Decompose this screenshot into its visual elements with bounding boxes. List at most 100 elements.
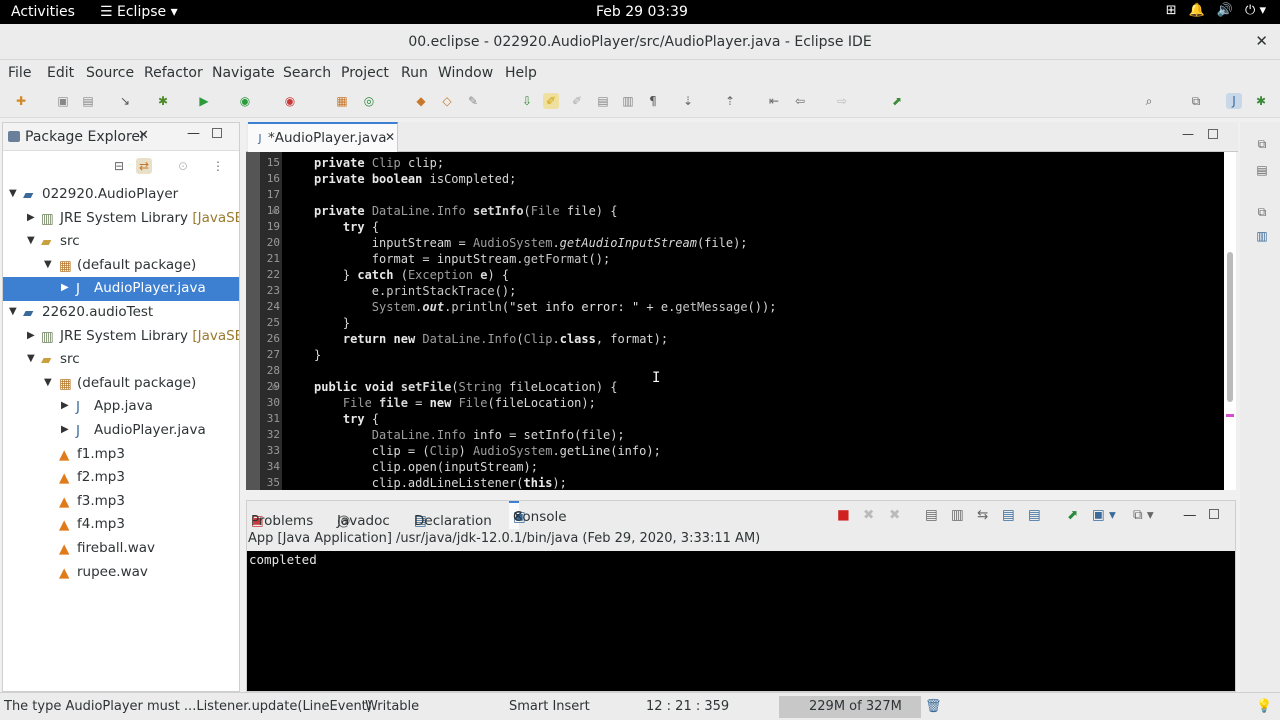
link-with-editor-icon[interactable]: ⇄ (136, 158, 152, 174)
prev-edit-icon[interactable]: ⇡ (722, 93, 738, 109)
show-on-stdout-icon[interactable]: ▤ (1002, 507, 1015, 523)
tree-item-rupee-wav[interactable]: ▲ rupee.wav (3, 561, 239, 585)
menu-project[interactable]: Project (341, 65, 389, 81)
tree-item-project-audioplayer[interactable]: ▼ ▰ 022920.AudioPlayer (3, 183, 239, 207)
package-explorer-title[interactable]: Package Explorer (25, 129, 146, 145)
chevron-right-icon[interactable]: ▶ (27, 212, 35, 223)
menu-source[interactable]: Source (86, 65, 134, 81)
tree-item-fireball-wav[interactable]: ▲ fireball.wav (3, 537, 239, 561)
console-output[interactable]: completed (247, 551, 1235, 691)
show-whitespace-icon[interactable]: ▥ (620, 93, 636, 109)
new-class-icon[interactable]: ◎ (361, 93, 377, 109)
tree-item-src[interactable]: ▼ ▰ src (3, 230, 239, 254)
open-console-icon[interactable]: ⧉ ▾ (1133, 507, 1154, 523)
save-all-icon[interactable]: ▤ (80, 93, 96, 109)
app-menu[interactable]: ☰ Eclipse ▾ (100, 4, 178, 20)
word-wrap-icon[interactable]: ▤ (595, 93, 611, 109)
save-icon[interactable]: ▣ (55, 93, 71, 109)
chevron-down-icon[interactable]: ▼ (9, 306, 17, 317)
scrollbar-thumb[interactable] (1227, 252, 1233, 402)
scroll-lock-icon[interactable]: ▥ (951, 507, 964, 523)
menu-navigate[interactable]: Navigate (212, 65, 275, 81)
close-icon[interactable]: ✕ (138, 128, 149, 143)
clear-console-icon[interactable]: ▤ (925, 507, 938, 523)
external-tools-icon[interactable]: ◉ (282, 93, 298, 109)
forward-icon[interactable]: ⇨ (834, 93, 850, 109)
tree-item-f2-mp3[interactable]: ▲ f2.mp3 (3, 466, 239, 490)
last-edit-icon[interactable]: ⇤ (766, 93, 782, 109)
java-perspective-icon[interactable]: J (1226, 93, 1242, 109)
chevron-down-icon[interactable]: ▼ (9, 188, 17, 199)
focus-icon[interactable]: ⊙ (175, 158, 191, 174)
fold-icon[interactable]: ⊖ (272, 207, 277, 217)
display-console-icon[interactable]: ▣ ▾ (1092, 507, 1116, 523)
pin-console-icon[interactable]: ⬈ (1067, 507, 1078, 523)
view-menu-icon[interactable]: ⋮ (210, 158, 226, 174)
clock[interactable]: Feb 29 03:39 (596, 4, 688, 20)
window-close-button[interactable]: ✕ (1255, 32, 1268, 50)
editor-scrollbar[interactable] (1224, 152, 1236, 490)
new-icon[interactable]: ✚ (13, 93, 29, 109)
tree-item-f1-mp3[interactable]: ▲ f1.mp3 (3, 443, 239, 467)
menu-window[interactable]: Window (438, 65, 493, 81)
menu-file[interactable]: File (8, 65, 31, 81)
debug-icon[interactable]: ✱ (155, 93, 171, 109)
tree-item-f3-mp3[interactable]: ▲ f3.mp3 (3, 490, 239, 514)
system-tray[interactable]: ⊞ 🔔 🔊 ⏻ ▾ (1166, 3, 1266, 18)
tree-item-f4-mp3[interactable]: ▲ f4.mp3 (3, 513, 239, 537)
chevron-down-icon[interactable]: ▼ (44, 259, 52, 270)
chevron-right-icon[interactable]: ▶ (61, 424, 69, 435)
tree-item-audioplayer-java[interactable]: ▶ J AudioPlayer.java (3, 277, 239, 301)
outline-icon[interactable]: ▤ (1254, 162, 1270, 178)
minimize-icon[interactable]: — (187, 126, 200, 141)
tree-item-audioplayer-java[interactable]: ▶ J AudioPlayer.java (3, 419, 239, 443)
tab-console[interactable]: ▣ Console ✕ (509, 501, 567, 529)
close-icon[interactable]: ✕ (513, 509, 523, 523)
tree-item-default-package[interactable]: ▼ ▦ (default package) (3, 372, 239, 396)
skip-breakpoints-icon[interactable]: ↘ (117, 93, 133, 109)
menu-edit[interactable]: Edit (47, 65, 74, 81)
search-tool-icon[interactable]: ✎ (465, 93, 481, 109)
menu-search[interactable]: Search (283, 65, 331, 81)
tree-item-src[interactable]: ▼ ▰ src (3, 348, 239, 372)
fold-icon[interactable]: ⊖ (272, 383, 277, 393)
back-icon[interactable]: ⇦ (792, 93, 808, 109)
close-icon[interactable]: ✕ (385, 130, 395, 144)
code-editor[interactable]: 15 16 17 18 19 20 21 22 23 24 25 26 27 2… (246, 152, 1224, 490)
collapse-all-icon[interactable]: ⊟ (111, 158, 127, 174)
open-type-icon[interactable]: ◆ (413, 93, 429, 109)
error-marker[interactable] (1226, 414, 1234, 417)
paragraph-icon[interactable]: ¶ (645, 93, 661, 109)
next-edit-icon[interactable]: ⇣ (680, 93, 696, 109)
restore-icon[interactable]: ⧉ (1254, 204, 1270, 220)
tree-item-jre-library[interactable]: ▶ ▥ JRE System Library [JavaSE-12] (3, 325, 239, 349)
toggle-mark-occurrences-icon[interactable]: ✐ (543, 93, 559, 109)
task-list-icon[interactable]: ▥ (1254, 228, 1270, 244)
pin-editor-icon[interactable]: ⬈ (889, 93, 905, 109)
chevron-right-icon[interactable]: ▶ (27, 330, 35, 341)
terminate-icon[interactable]: ■ (837, 507, 850, 523)
tree-item-project-audiotest[interactable]: ▼ ▰ 22620.audioTest (3, 301, 239, 325)
search-icon[interactable]: ⌕ (1141, 93, 1157, 109)
debug-perspective-icon[interactable]: ✱ (1253, 93, 1269, 109)
tab-audioplayer-java[interactable]: J *AudioPlayer.java ✕ (248, 122, 398, 152)
maximize-icon[interactable] (212, 128, 222, 138)
chevron-down-icon[interactable]: ▼ (44, 377, 52, 388)
word-wrap-icon[interactable]: ⇆ (977, 507, 988, 523)
menu-refactor[interactable]: Refactor (144, 65, 203, 81)
activities-button[interactable]: Activities (11, 4, 75, 20)
run-icon[interactable]: ▶ (196, 93, 212, 109)
tree-item-app-java[interactable]: ▶ J App.java (3, 395, 239, 419)
menu-run[interactable]: Run (401, 65, 428, 81)
restore-icon[interactable]: ⧉ (1254, 136, 1270, 152)
show-on-stderr-icon[interactable]: ▤ (1028, 507, 1041, 523)
open-task-icon[interactable]: ◇ (439, 93, 455, 109)
chevron-down-icon[interactable]: ▼ (27, 235, 35, 246)
tree-item-jre-library[interactable]: ▶ ▥ JRE System Library [JavaSE-12] (3, 207, 239, 231)
garbage-collect-icon[interactable]: 🗑 (925, 699, 942, 714)
next-annotation-icon[interactable]: ⇩ (519, 93, 535, 109)
new-package-icon[interactable]: ▦ (334, 93, 350, 109)
minimize-icon[interactable]: — (1183, 507, 1197, 523)
maximize-icon[interactable] (1208, 129, 1218, 139)
open-perspective-icon[interactable]: ⧉ (1188, 93, 1204, 109)
